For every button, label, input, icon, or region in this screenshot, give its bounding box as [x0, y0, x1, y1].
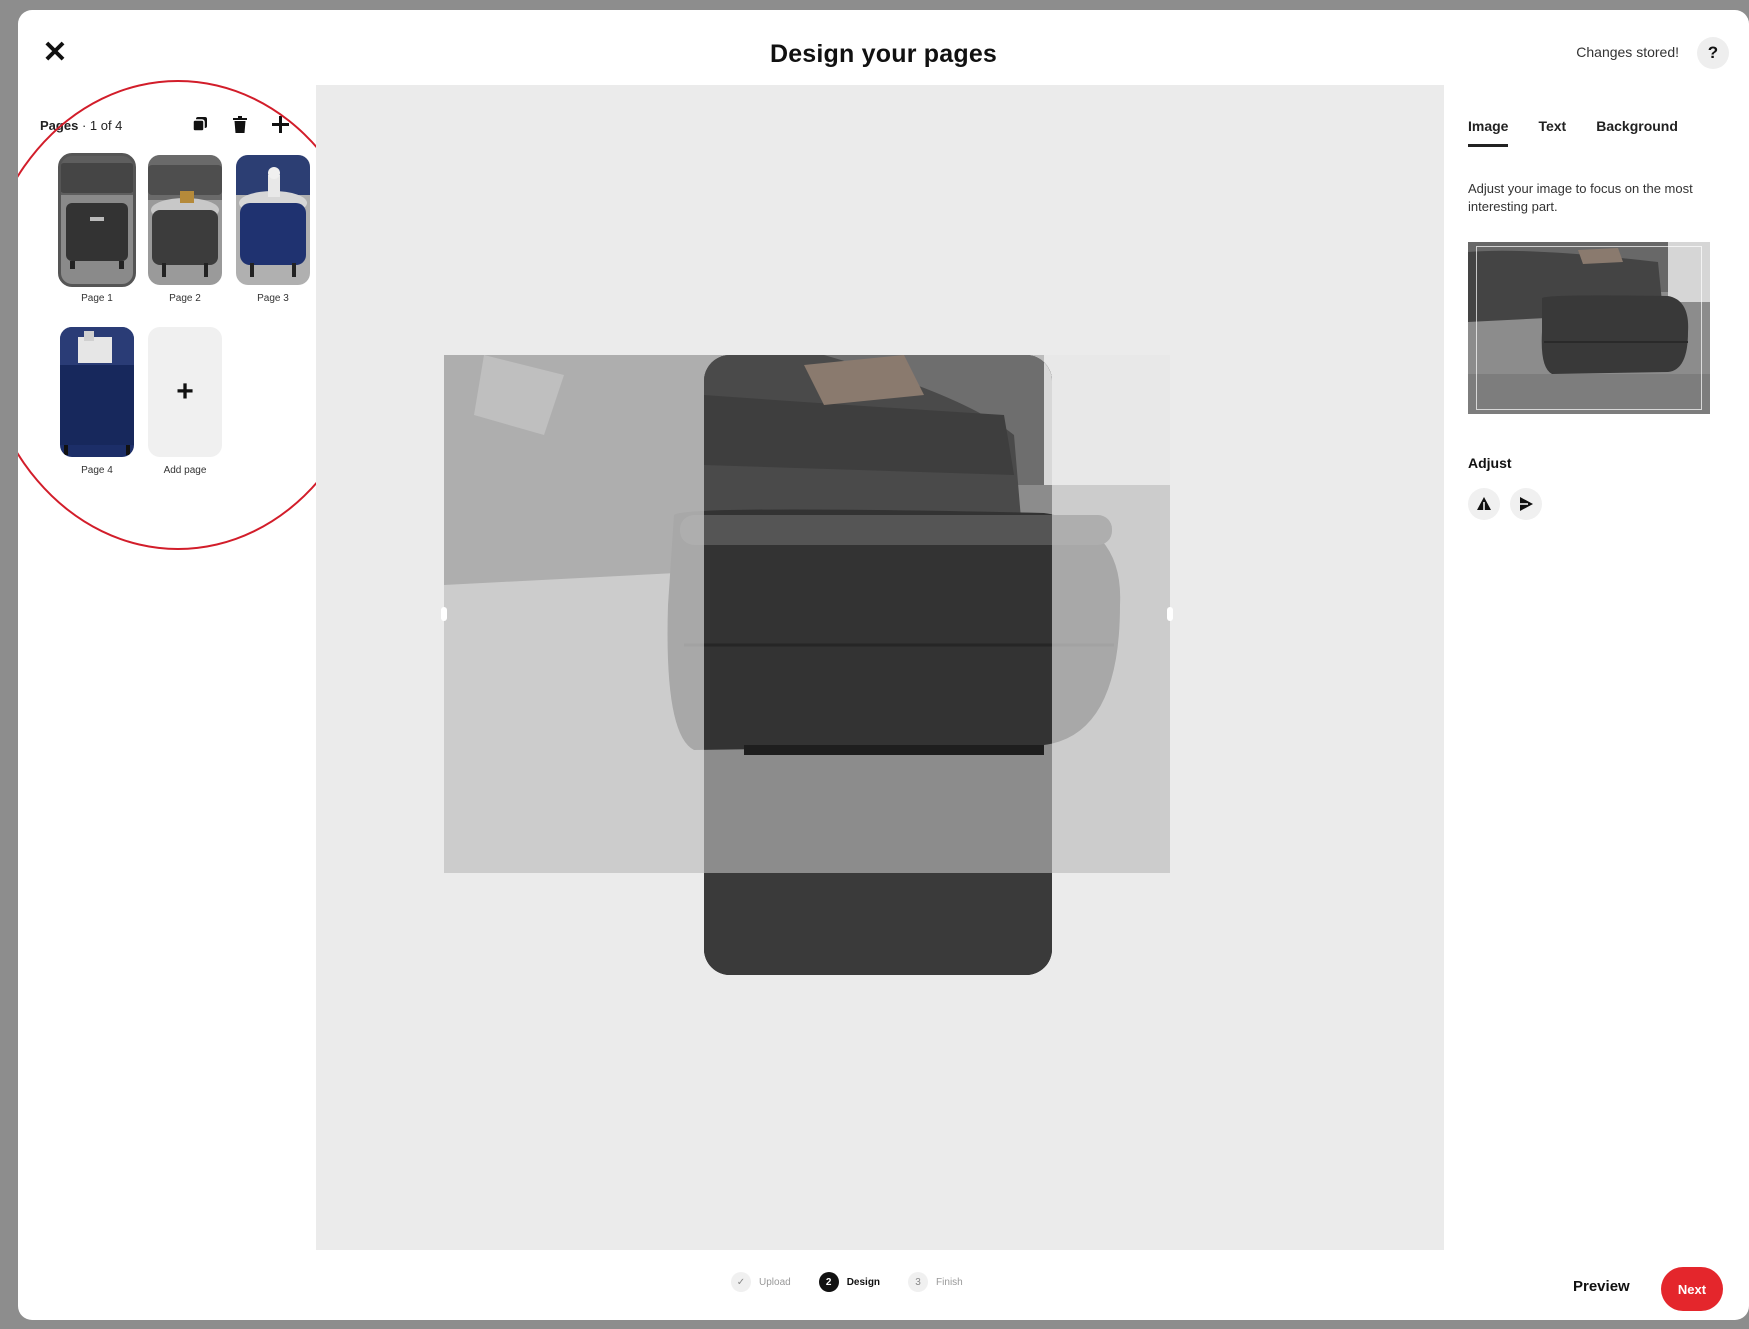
focus-frame[interactable] — [1476, 246, 1702, 410]
thumbnail-image — [148, 155, 222, 285]
trash-icon[interactable] — [230, 113, 250, 135]
thumbnail-page-4[interactable]: Page 4 — [60, 327, 134, 476]
editor-window: ✕ Design your pages Changes stored! ? Pa… — [18, 10, 1749, 1320]
step-label: Upload — [759, 1276, 791, 1288]
thumbnail-image — [236, 155, 310, 285]
thumbnail-label: Page 1 — [81, 293, 113, 304]
preview-button[interactable]: Preview — [1573, 1278, 1630, 1295]
thumbnail-image — [58, 153, 136, 287]
tab-text[interactable]: Text — [1538, 118, 1566, 147]
thumbnail-label: Page 4 — [81, 465, 113, 476]
thumbnail-image — [60, 327, 134, 457]
design-canvas[interactable] — [316, 85, 1444, 1250]
add-page-label: Add page — [163, 465, 207, 476]
save-status: Changes stored! — [1576, 44, 1679, 60]
adjust-label: Adjust — [1468, 455, 1512, 471]
duplicate-icon[interactable] — [190, 113, 210, 135]
plus-icon[interactable] — [270, 113, 290, 135]
step-number: 3 — [908, 1272, 929, 1292]
editor-tabs: Image Text Background — [1468, 118, 1678, 147]
page-frame[interactable] — [704, 355, 1052, 975]
plus-icon: + — [176, 375, 194, 408]
thumbnail-page-3[interactable]: Page 3 — [236, 155, 310, 304]
thumbnail-page-2[interactable]: Page 2 — [148, 155, 222, 304]
flip-vertical-icon[interactable] — [1468, 488, 1500, 520]
step-design[interactable]: 2 Design — [818, 1272, 881, 1292]
step-finish[interactable]: 3 Finish — [908, 1272, 963, 1292]
image-focus-preview[interactable] — [1468, 242, 1710, 414]
pages-count: · 1 of 4 — [81, 118, 123, 133]
thumbnail-label: Page 3 — [257, 293, 289, 304]
add-page-button[interactable]: + — [148, 327, 222, 457]
step-upload[interactable]: ✓ Upload — [731, 1272, 791, 1292]
page-title: Design your pages — [769, 40, 998, 68]
thumbnail-label: Page 2 — [169, 293, 201, 304]
resize-handle-right[interactable] — [1167, 607, 1173, 621]
next-button[interactable]: Next — [1661, 1267, 1723, 1311]
thumbnail-page-1[interactable]: Page 1 — [58, 153, 136, 304]
step-label: Finish — [936, 1276, 963, 1288]
panel-description: Adjust your image to focus on the most i… — [1468, 181, 1693, 214]
progress-stepper: ✓ Upload 2 Design 3 Finish — [731, 1272, 963, 1292]
pages-label: Pages — [40, 118, 79, 133]
step-label: Design — [846, 1276, 881, 1288]
pages-header: Pages · 1 of 4 — [40, 118, 122, 133]
resize-handle-left[interactable] — [441, 607, 447, 621]
pages-toolbar — [190, 113, 290, 135]
step-number: 2 — [818, 1272, 839, 1292]
adjust-tools — [1468, 488, 1542, 520]
help-icon[interactable]: ? — [1697, 37, 1729, 69]
tab-image[interactable]: Image — [1468, 118, 1509, 147]
step-number: ✓ — [731, 1272, 751, 1292]
tab-background[interactable]: Background — [1596, 118, 1678, 147]
add-page-tile[interactable]: + Add page — [148, 327, 222, 476]
flip-horizontal-icon[interactable] — [1510, 488, 1542, 520]
